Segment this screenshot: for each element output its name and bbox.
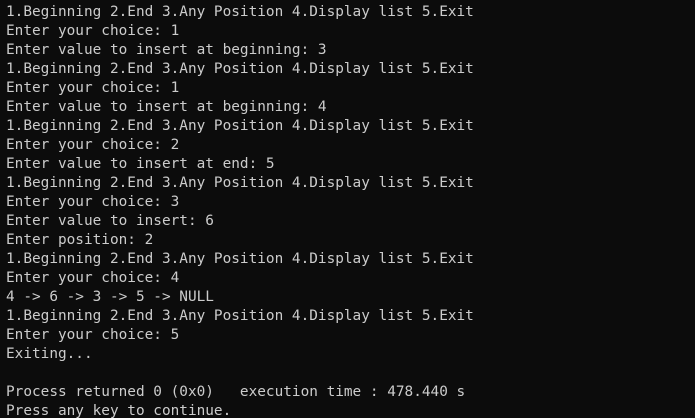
exit-message: Exiting... — [6, 346, 93, 362]
console-line: Enter your choice: 4 — [6, 270, 180, 286]
console-line: 1.Beginning 2.End 3.Any Position 4.Displ… — [6, 61, 474, 77]
console-line: Enter value to insert at beginning: 3 — [6, 42, 327, 58]
linked-list-output: 4 -> 6 -> 3 -> 5 -> NULL — [6, 289, 214, 305]
console-line: Enter your choice: 1 — [6, 23, 180, 39]
console-line: Enter value to insert at end: 5 — [6, 156, 275, 172]
console-line: Enter your choice: 3 — [6, 194, 180, 210]
console-line: 1.Beginning 2.End 3.Any Position 4.Displ… — [6, 308, 474, 324]
continue-prompt: Press any key to continue. — [6, 403, 232, 418]
console-line: 1.Beginning 2.End 3.Any Position 4.Displ… — [6, 4, 474, 20]
console-line: Enter value to insert: 6 — [6, 213, 214, 229]
console-line: Enter your choice: 1 — [6, 80, 180, 96]
console-line: Enter your choice: 2 — [6, 137, 180, 153]
console-line: 1.Beginning 2.End 3.Any Position 4.Displ… — [6, 175, 474, 191]
console-line: 1.Beginning 2.End 3.Any Position 4.Displ… — [6, 118, 474, 134]
console-line: Enter your choice: 5 — [6, 327, 180, 343]
console-line: Enter value to insert at beginning: 4 — [6, 99, 327, 115]
console-line: 1.Beginning 2.End 3.Any Position 4.Displ… — [6, 251, 474, 267]
process-status: Process returned 0 (0x0) execution time … — [6, 384, 466, 400]
console-output[interactable]: 1.Beginning 2.End 3.Any Position 4.Displ… — [0, 0, 695, 418]
console-line: Enter position: 2 — [6, 232, 154, 248]
